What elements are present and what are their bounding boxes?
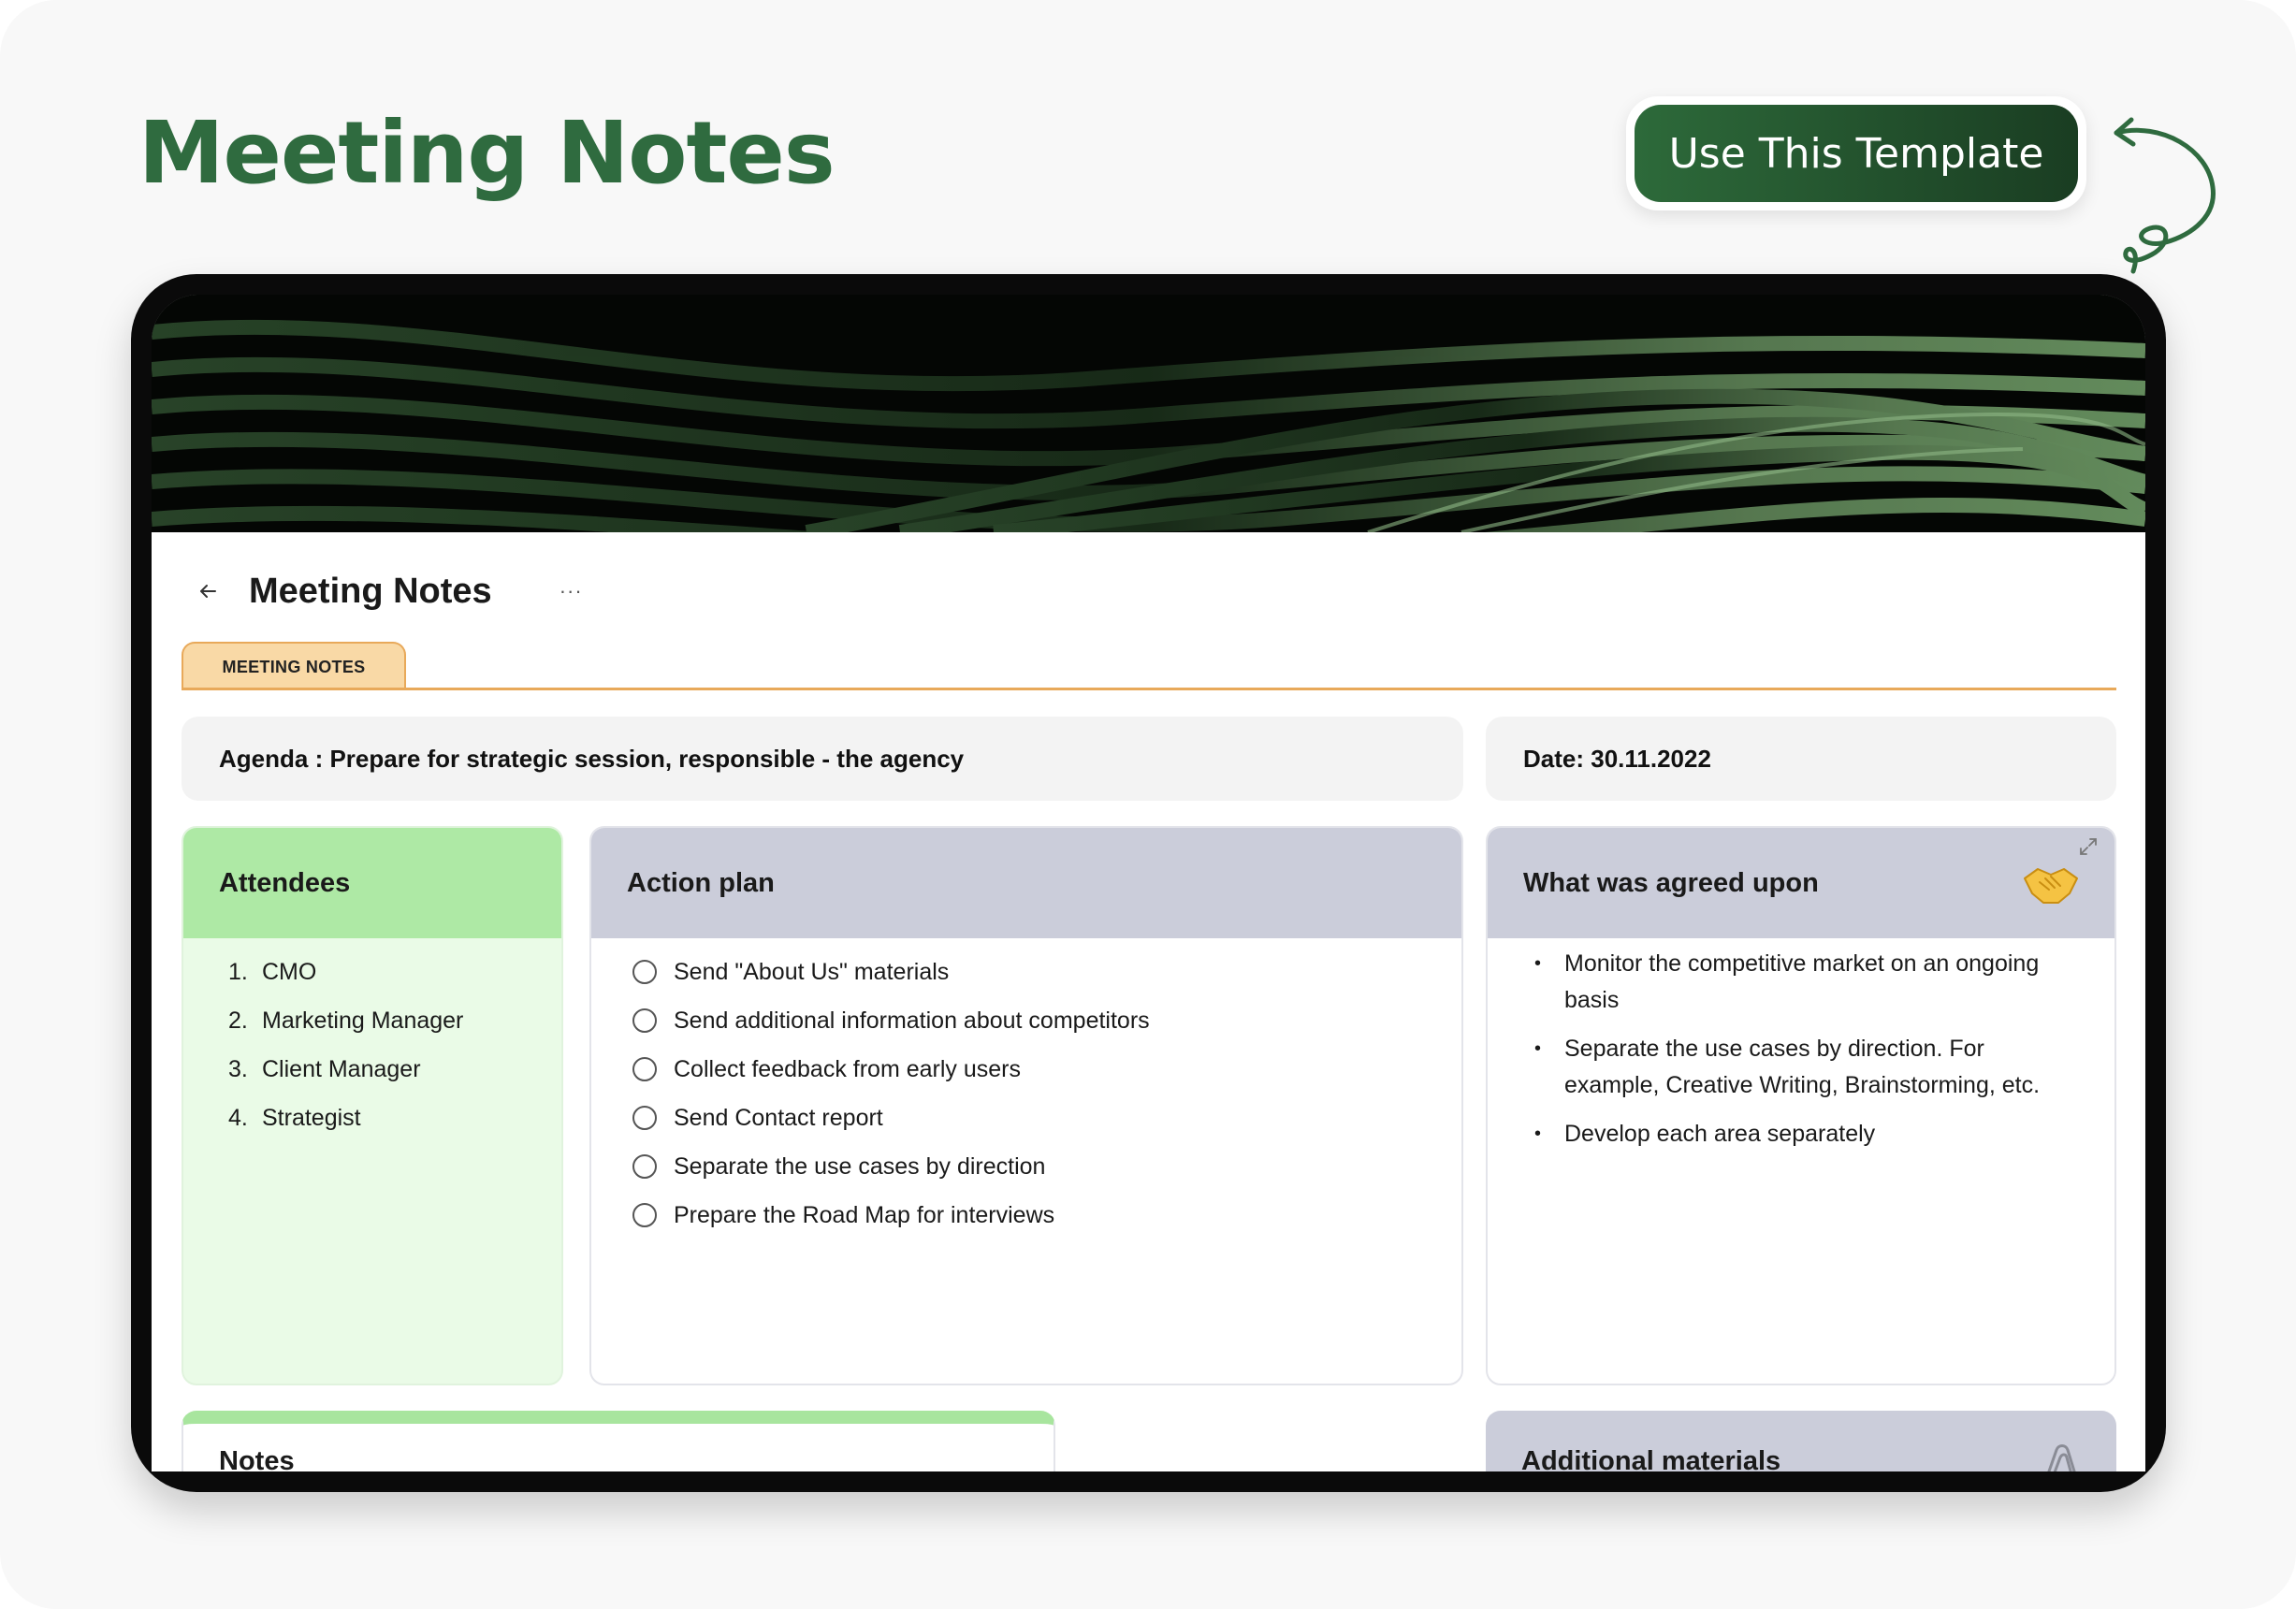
notes-panel: Notes — [182, 1411, 1055, 1471]
action-plan-title: Action plan — [591, 828, 1461, 938]
list-label: Client Manager — [262, 1055, 421, 1082]
checklist-label: Send Contact report — [674, 1104, 883, 1131]
attendees-panel: Attendees 1. CMO 2. Marketing Manager 3. Cl… — [182, 826, 563, 1385]
list-item: 3. Client Manager — [228, 1045, 561, 1094]
notes-title: Notes — [219, 1446, 295, 1471]
checkbox-circle[interactable] — [632, 960, 657, 984]
agreed-list: • Monitor the competitive market on an on… — [1488, 938, 2114, 1152]
checklist-item: Collect feedback from early users — [632, 1045, 1461, 1094]
use-template-button[interactable]: Use This Template — [1635, 105, 2078, 202]
agreed-title: What was agreed upon — [1523, 867, 1819, 898]
checkbox-circle[interactable] — [632, 1154, 657, 1179]
attendees-title: Attendees — [183, 828, 561, 938]
list-item: 2. Marketing Manager — [228, 996, 561, 1045]
list-item: • Separate the use cases by direction. Fo… — [1534, 1031, 2077, 1104]
checklist-label: Send "About Us" materials — [674, 958, 950, 985]
paperclip-icon — [2047, 1444, 2076, 1471]
back-arrow-icon[interactable] — [189, 573, 226, 610]
checklist-item: Prepare the Road Map for interviews — [632, 1191, 1461, 1239]
bullet-icon: • — [1534, 1038, 1542, 1059]
checklist-label: Send additional information about compet… — [674, 1007, 1150, 1034]
bullet-icon: • — [1534, 1123, 1542, 1144]
list-item: • Monitor the competitive market on an on… — [1534, 946, 2077, 1019]
date-callout: Date: 30.11.2022 — [1486, 717, 2116, 801]
doc-title-row: Meeting Notes ··· — [189, 566, 583, 616]
checkbox-circle[interactable] — [632, 1057, 657, 1081]
more-options-icon[interactable]: ··· — [559, 579, 583, 603]
attendees-list: 1. CMO 2. Marketing Manager 3. Client Manag… — [183, 938, 561, 1142]
action-checklist: Send "About Us" materials Send additiona… — [591, 938, 1461, 1239]
tab-meeting-notes[interactable]: MEETING NOTES — [182, 642, 406, 690]
checkbox-circle[interactable] — [632, 1008, 657, 1033]
list-label: CMO — [262, 958, 317, 985]
list-label: Strategist — [262, 1104, 361, 1131]
notion-page: Meeting Notes ··· MEETING NOTES Agenda :… — [152, 295, 2145, 1471]
checklist-label: Prepare the Road Map for interviews — [674, 1201, 1055, 1228]
expand-icon[interactable] — [2075, 833, 2101, 860]
list-item: 4. Strategist — [228, 1094, 561, 1142]
additional-materials-title: Additional materials — [1521, 1446, 1781, 1471]
agenda-callout: Agenda : Prepare for strategic session, … — [182, 717, 1463, 801]
checklist-label: Collect feedback from early users — [674, 1055, 1021, 1082]
checkbox-circle[interactable] — [632, 1203, 657, 1227]
checklist-item: Send Contact report — [632, 1094, 1461, 1142]
additional-materials-panel: Additional materials — [1486, 1411, 2116, 1471]
checklist-item: Send additional information about compet… — [632, 996, 1461, 1045]
list-item: 1. CMO — [228, 948, 561, 996]
list-number: 4. — [228, 1104, 248, 1131]
cover-image — [152, 295, 2145, 532]
cta-button-frame: Use This Template — [1626, 96, 2086, 210]
list-number: 3. — [228, 1055, 248, 1082]
checklist-label: Separate the use cases by direction — [674, 1152, 1046, 1180]
bullet-icon: • — [1534, 953, 1542, 974]
list-label: Monitor the competitive market on an ong… — [1564, 950, 2040, 1013]
list-label: Separate the use cases by direction. For… — [1564, 1036, 2041, 1098]
agreed-header: What was agreed upon — [1488, 828, 2114, 938]
doc-title: Meeting Notes — [249, 571, 492, 611]
action-plan-panel: Action plan Send "About Us" materials Se… — [589, 826, 1463, 1385]
page-title: Meeting Notes — [138, 103, 836, 203]
list-label: Marketing Manager — [262, 1007, 464, 1034]
list-item: • Develop each area separately — [1534, 1116, 2077, 1152]
handshake-icon — [2024, 868, 2078, 904]
checklist-item: Send "About Us" materials — [632, 948, 1461, 996]
agreed-panel: What was agreed upon • Monitor the compet… — [1486, 826, 2116, 1385]
curly-arrow-icon — [2114, 117, 2216, 274]
list-label: Develop each area separately — [1564, 1121, 1876, 1147]
checklist-item: Separate the use cases by direction — [632, 1142, 1461, 1191]
tab-divider — [182, 688, 2116, 690]
list-number: 2. — [228, 1007, 248, 1034]
checkbox-circle[interactable] — [632, 1106, 657, 1130]
list-number: 1. — [228, 958, 248, 985]
